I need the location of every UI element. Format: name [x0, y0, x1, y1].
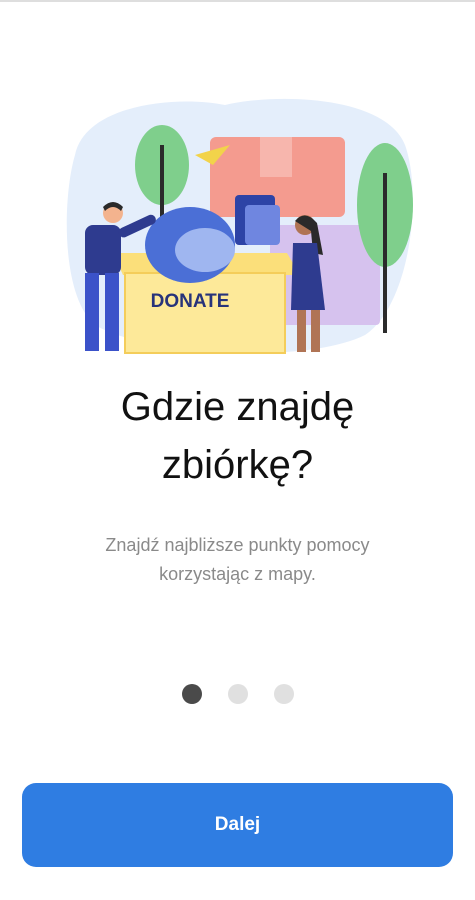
page-title: Gdzie znajdę zbiórkę?: [0, 378, 475, 494]
subtitle-line-2: korzystając z mapy.: [159, 564, 316, 584]
donate-illustration: DONATE: [66, 98, 413, 354]
subtitle-line-1: Znajdź najbliższe punkty pomocy: [105, 535, 370, 555]
pagination-dot-3[interactable]: [273, 684, 294, 704]
title-line-2: zbiórkę?: [161, 443, 314, 487]
pagination-dot-1[interactable]: [181, 684, 202, 704]
pagination-dots: [0, 684, 475, 704]
top-border: [0, 0, 475, 2]
donation-box: [125, 273, 285, 353]
donate-box-label: DONATE: [151, 291, 230, 312]
title-line-1: Gdzie znajdę: [120, 385, 355, 429]
next-button[interactable]: Dalej: [22, 783, 453, 867]
pagination-dot-2[interactable]: [227, 684, 248, 704]
page-subtitle: Znajdź najbliższe punkty pomocy korzysta…: [60, 531, 415, 589]
person-left-body: [85, 225, 121, 275]
